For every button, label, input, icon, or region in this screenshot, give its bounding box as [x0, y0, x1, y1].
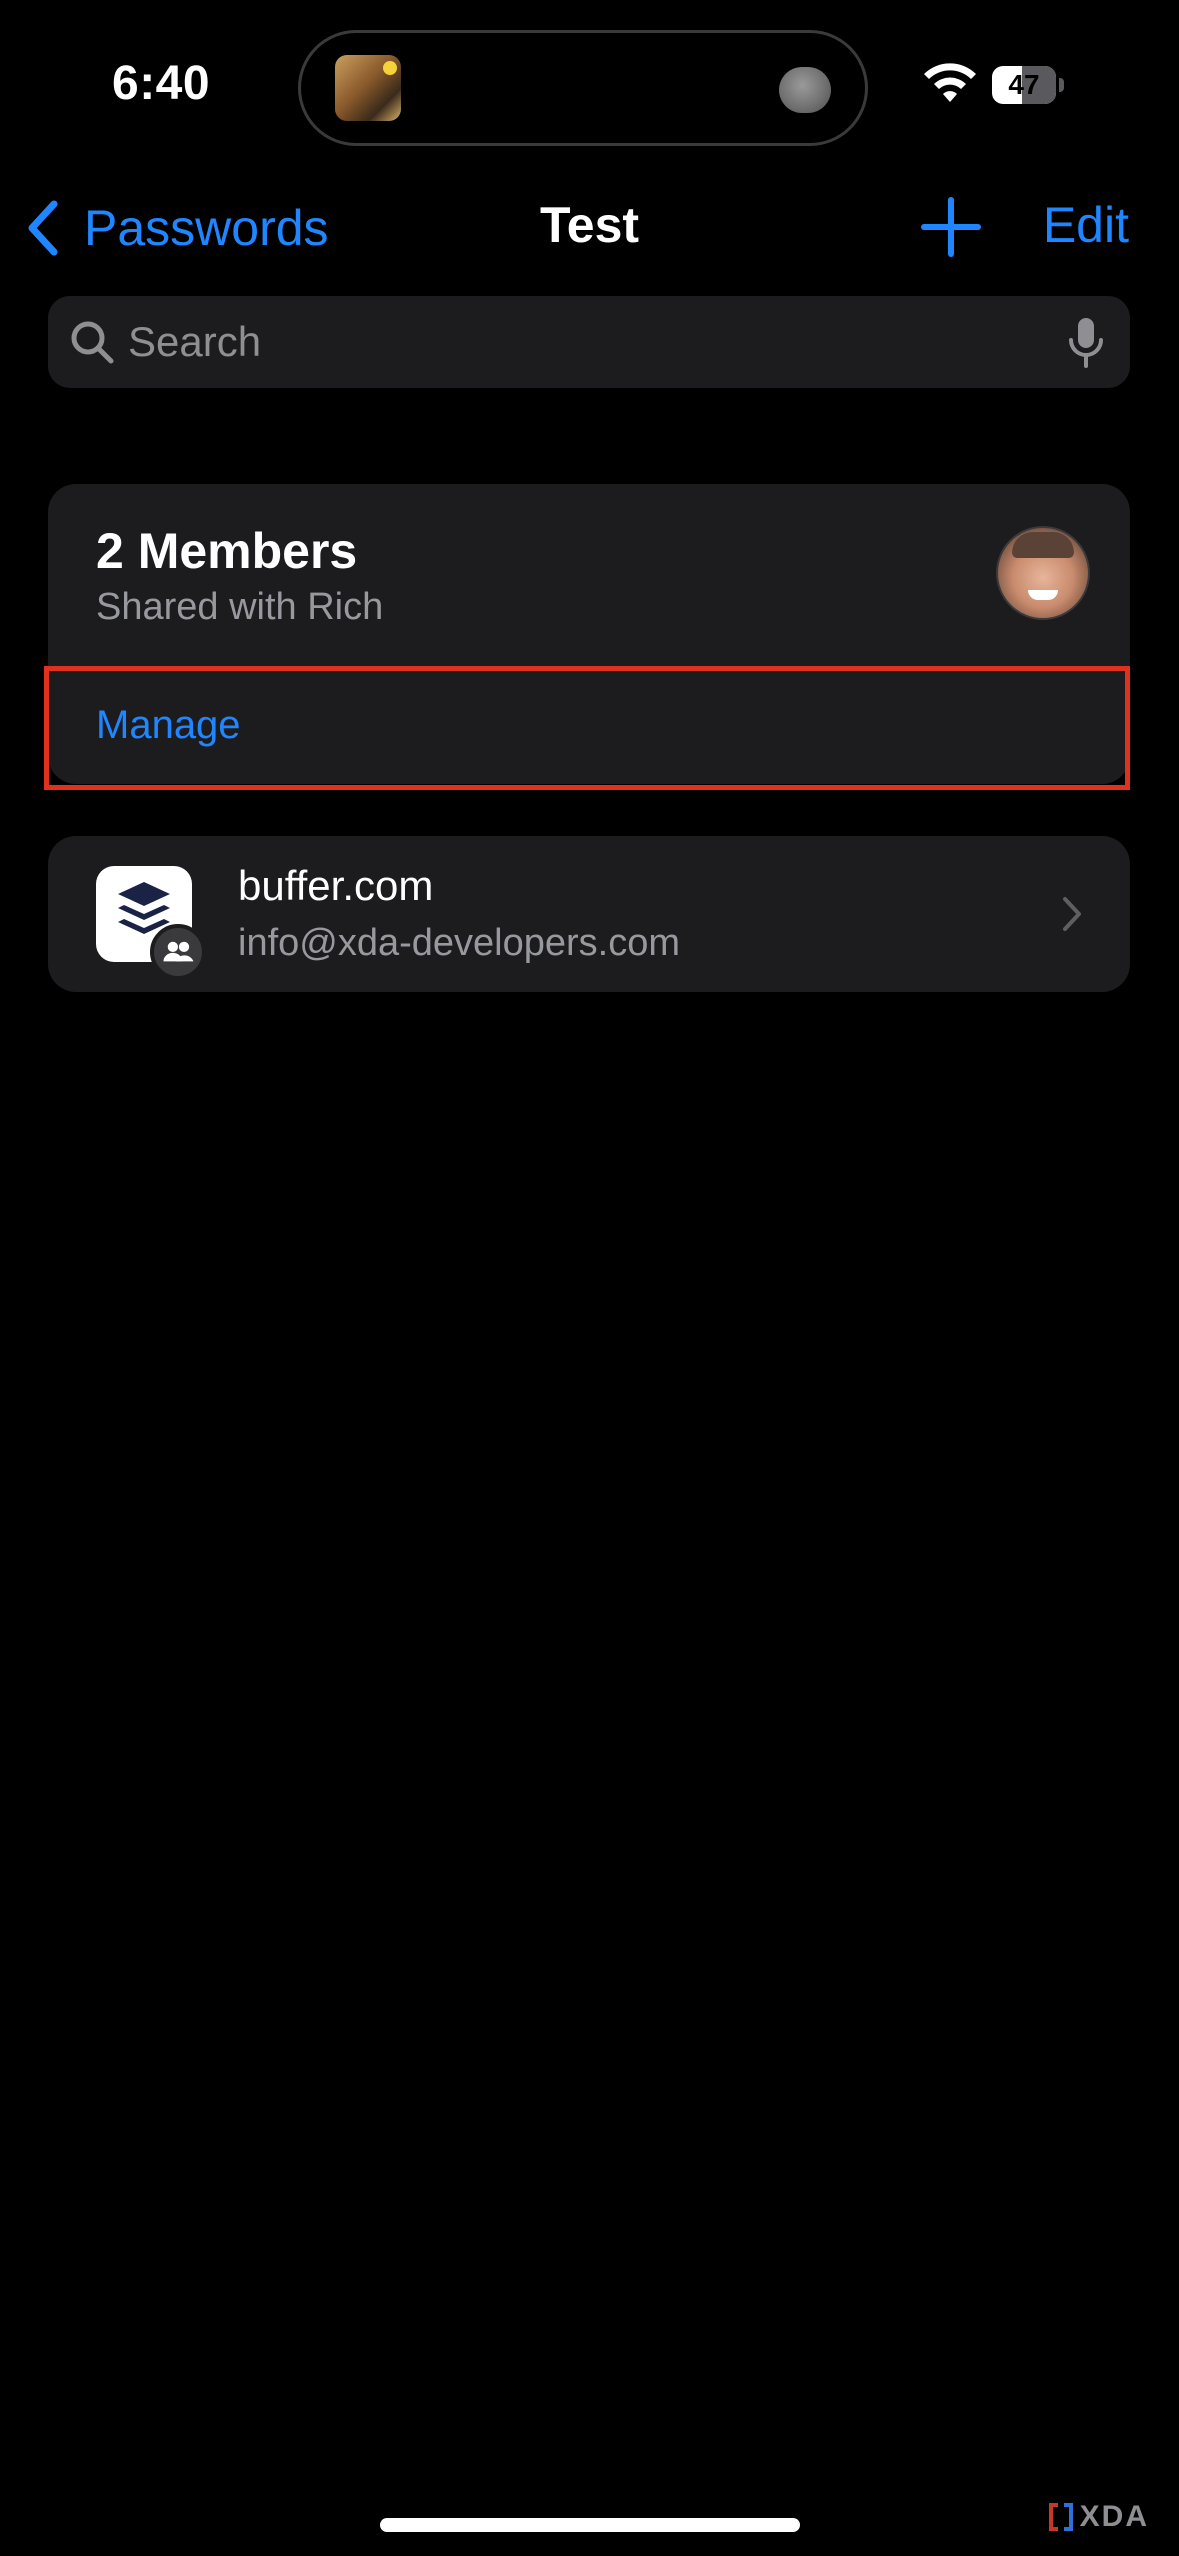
homepod-icon: [779, 67, 831, 113]
xda-logo-icon: [1048, 2503, 1073, 2531]
shared-group-icon: [150, 924, 206, 980]
back-button[interactable]: Passwords: [24, 188, 329, 268]
battery-cap: [1059, 78, 1064, 92]
page-title: Test: [539, 197, 640, 253]
mic-icon[interactable]: [1066, 316, 1106, 370]
manage-button[interactable]: Manage: [48, 667, 1130, 784]
search-icon: [71, 321, 114, 364]
search-bar[interactable]: [48, 296, 1130, 388]
edit-button[interactable]: Edit: [1043, 196, 1129, 254]
search-input[interactable]: [128, 296, 1028, 388]
site-name: buffer.com: [238, 862, 434, 909]
account-email: info@xda-developers.com: [238, 922, 681, 964]
password-list-item[interactable]: buffer.com info@xda-developers.com: [48, 836, 1130, 992]
wifi-icon: [924, 63, 976, 102]
dynamic-island[interactable]: [298, 30, 868, 146]
plus-icon: [921, 197, 981, 257]
members-count: 2 Members: [96, 523, 358, 579]
battery-percentage: 47: [1008, 69, 1040, 100]
home-indicator[interactable]: [380, 2518, 800, 2532]
xda-watermark: XDA: [1048, 2500, 1149, 2534]
back-button-label: Passwords: [84, 200, 329, 256]
avatar[interactable]: [996, 526, 1090, 620]
chevron-right-icon: [1063, 897, 1081, 931]
now-playing-artwork[interactable]: [335, 55, 401, 121]
shared-with-text: Shared with Rich: [96, 586, 384, 628]
status-time: 6:40: [112, 57, 211, 110]
add-button[interactable]: [920, 196, 982, 258]
chevron-left-icon: [28, 200, 58, 256]
shared-group-card: 2 Members Shared with Rich Manage: [48, 484, 1130, 784]
watermark-text: XDA: [1079, 2500, 1149, 2533]
battery-indicator: 47: [992, 66, 1064, 104]
manage-label: Manage: [96, 703, 241, 747]
battery-icon: 47: [992, 66, 1056, 104]
